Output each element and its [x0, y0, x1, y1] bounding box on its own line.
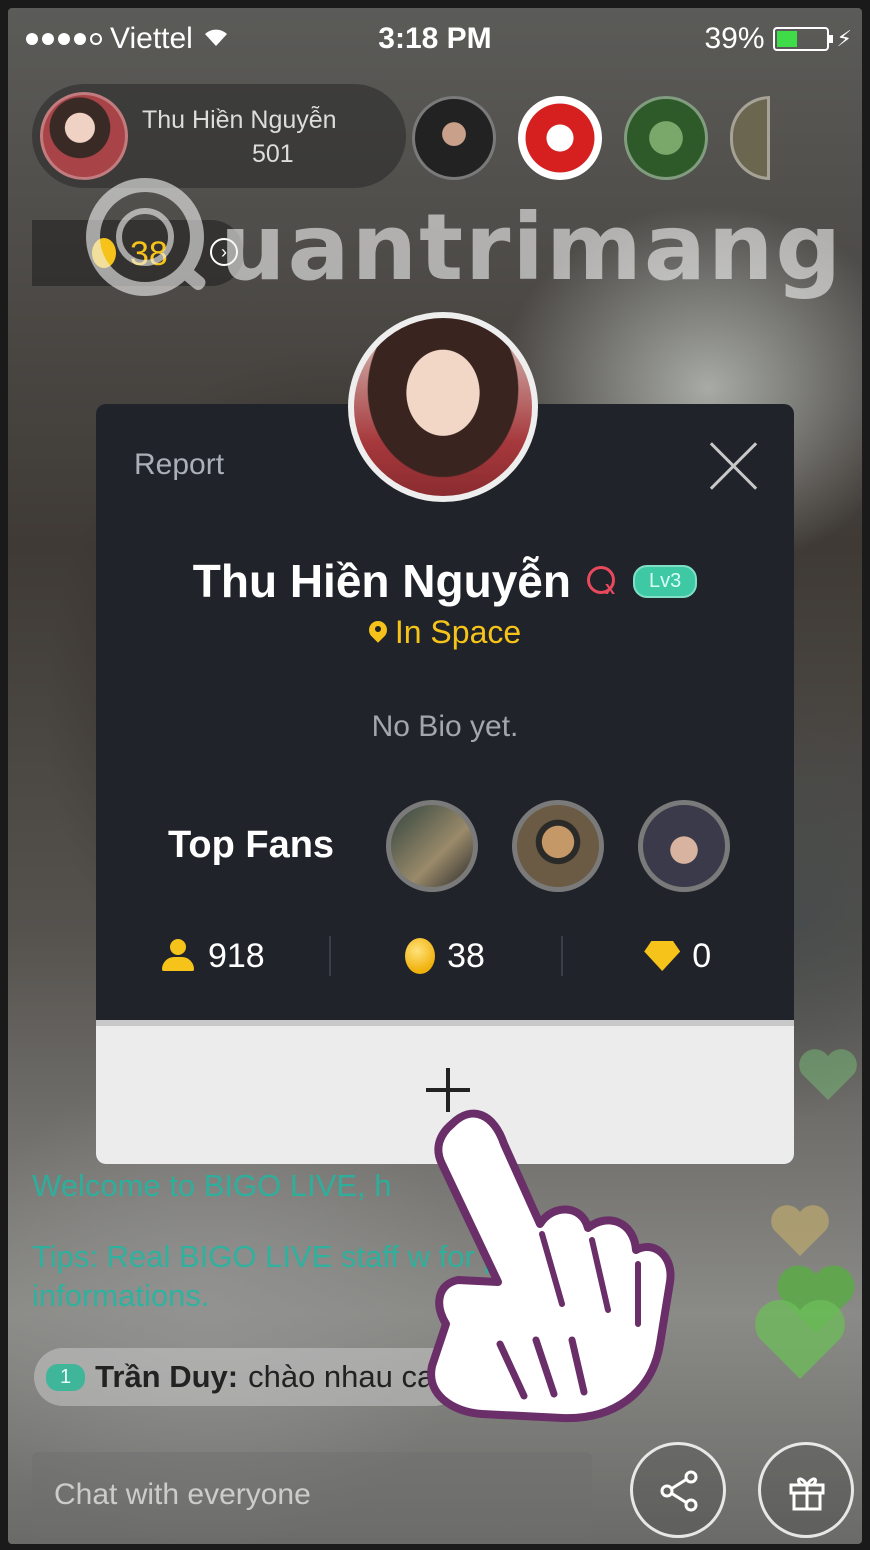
watermark-logo-icon [86, 178, 206, 296]
report-button[interactable]: Report [134, 448, 224, 482]
heart-icon [752, 1298, 848, 1382]
level-badge: Lv3 [632, 564, 698, 598]
beans-stat: 38 [328, 926, 562, 986]
viewer-avatar[interactable] [624, 96, 708, 180]
top-fan-avatar[interactable] [638, 800, 730, 892]
profile-card: Report Thu Hiền Nguyễn Lv3 In Space No B… [96, 404, 794, 1164]
gift-icon [789, 1477, 825, 1511]
chat-input[interactable] [32, 1452, 592, 1538]
battery-percent: 39% [704, 22, 765, 55]
location-pin-icon [369, 621, 387, 645]
top-fans-label: Top Fans [168, 824, 335, 866]
female-gender-icon [585, 564, 619, 599]
close-icon[interactable] [706, 438, 762, 494]
host-viewer-count: 501 [252, 140, 294, 168]
diamond-icon [644, 941, 681, 971]
profile-bio: No Bio yet. [371, 710, 519, 743]
heart-icon [798, 1048, 858, 1102]
fans-stat: 918 [96, 926, 329, 986]
viewer-avatar[interactable] [412, 96, 496, 180]
profile-location: In Space [96, 614, 794, 651]
host-avatar[interactable] [40, 92, 128, 180]
share-icon [660, 1470, 698, 1512]
host-name: Thu Hiền Nguyễn [142, 106, 337, 134]
viewer-avatar[interactable] [730, 96, 770, 180]
share-button[interactable] [630, 1442, 726, 1538]
top-fan-avatar[interactable] [512, 800, 604, 892]
bean-icon [405, 938, 436, 974]
user-level-chip: 1 [46, 1363, 86, 1391]
live-stream-screen: Viettel 3:18 PM 39% ⚡ Thu Hiền Nguyễn 50… [8, 8, 862, 1544]
location-text: In Space [394, 614, 522, 650]
watermark: uantrimang [70, 172, 841, 302]
profile-name-row: Thu Hiền Nguyễn Lv3 [96, 554, 794, 608]
profile-name: Thu Hiền Nguyễn [192, 555, 571, 607]
top-fan-avatar[interactable] [386, 800, 478, 892]
diamonds-count: 0 [692, 936, 712, 975]
watermark-text: uantrimang [220, 194, 844, 301]
heart-icon [768, 1204, 832, 1258]
tap-hand-icon [427, 1109, 675, 1423]
battery-icon [772, 27, 833, 51]
status-bar: Viettel 3:18 PM 39% ⚡ [8, 8, 862, 66]
gift-button[interactable] [758, 1442, 854, 1538]
chat-message: 1 Trần Duy: chào nhau cai [34, 1348, 464, 1406]
fans-icon [160, 939, 196, 973]
chat-message-user: Trần Duy: [95, 1359, 239, 1394]
fans-count: 918 [207, 936, 265, 975]
beans-count: 38 [447, 936, 485, 975]
status-right: 39% ⚡ [705, 22, 853, 56]
profile-avatar [348, 312, 538, 502]
chat-welcome-message: Welcome to BIGO LIVE, h [32, 1168, 392, 1203]
profile-stats: 918 38 0 [96, 926, 794, 986]
charging-icon: ⚡ [836, 26, 852, 51]
viewer-avatar[interactable] [518, 96, 602, 180]
diamonds-stat: 0 [561, 926, 794, 986]
